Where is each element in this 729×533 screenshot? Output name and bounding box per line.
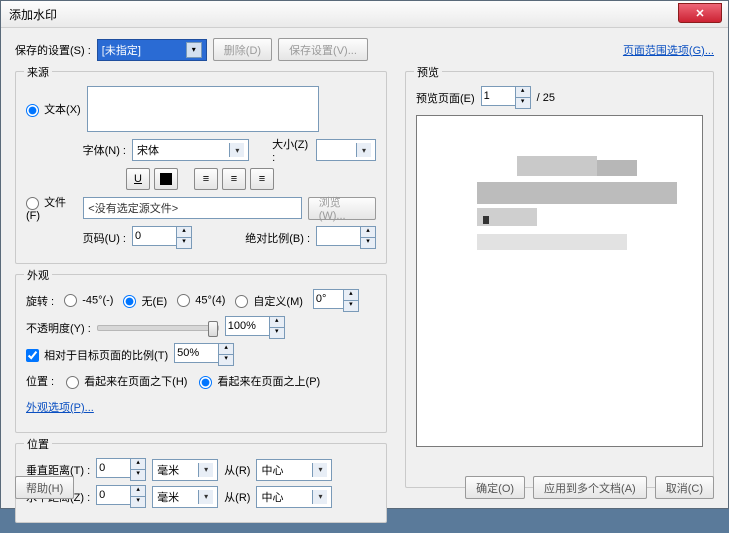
- pos-below-radio[interactable]: 看起来在页面之下(H): [66, 373, 187, 389]
- ok-button[interactable]: 确定(O): [465, 476, 525, 499]
- watermark-text-input[interactable]: [87, 86, 319, 132]
- chevron-down-icon: ▾: [176, 237, 192, 249]
- align-center-button[interactable]: ≡: [222, 168, 246, 190]
- preview-canvas: [416, 115, 703, 447]
- abs-scale-label: 绝对比例(B) :: [245, 230, 310, 246]
- chevron-up-icon: ▴: [269, 316, 285, 327]
- chevron-down-icon: ▾: [186, 42, 202, 58]
- delete-button[interactable]: 删除(D): [213, 38, 272, 61]
- page-range-link[interactable]: 页面范围选项(G)...: [623, 42, 714, 58]
- window-title: 添加水印: [5, 6, 57, 23]
- relscale-checkbox[interactable]: 相对于目标页面的比例(T): [26, 347, 168, 363]
- pos-above-radio[interactable]: 看起来在页面之上(P): [199, 373, 320, 389]
- align-right-button[interactable]: ≡: [250, 168, 274, 190]
- appearance-legend: 外观: [24, 267, 52, 283]
- chevron-up-icon: ▴: [360, 226, 376, 237]
- save-settings-button[interactable]: 保存设置(V)...: [278, 38, 368, 61]
- help-button[interactable]: 帮助(H): [15, 476, 74, 499]
- appearance-options-link[interactable]: 外观选项(P)...: [26, 399, 94, 415]
- file-combo[interactable]: <没有选定源文件>: [83, 197, 301, 219]
- opacity-spinner[interactable]: ▴▾: [225, 316, 285, 339]
- chevron-up-icon: ▴: [218, 343, 234, 354]
- chevron-down-icon: ▾: [218, 354, 234, 366]
- titlebar: 添加水印 ✕: [1, 1, 728, 28]
- preview-content-placeholder: [477, 156, 677, 266]
- chevron-down-icon: ▾: [356, 143, 371, 157]
- chevron-down-icon: ▾: [198, 463, 213, 477]
- cancel-button[interactable]: 取消(C): [655, 476, 714, 499]
- chevron-up-icon: ▴: [130, 458, 146, 469]
- chevron-down-icon: ▾: [343, 300, 359, 312]
- opacity-slider[interactable]: [97, 325, 219, 331]
- size-label: 大小(Z) :: [272, 136, 310, 164]
- color-swatch-icon: [160, 173, 172, 185]
- position-label: 位置 :: [26, 373, 54, 389]
- font-label: 字体(N) :: [82, 142, 126, 158]
- preview-page-total: / 25: [537, 92, 555, 104]
- chevron-up-icon: ▴: [176, 226, 192, 237]
- browse-button[interactable]: 浏览(W)...: [308, 197, 376, 220]
- chevron-up-icon: ▴: [515, 86, 531, 97]
- rot-custom-radio[interactable]: 自定义(M): [235, 293, 303, 309]
- slider-thumb[interactable]: [208, 321, 218, 337]
- underline-button[interactable]: U: [126, 168, 150, 190]
- align-left-button[interactable]: ≡: [194, 168, 218, 190]
- appearance-group: 外观 旋转 : -45°(-) 无(E) 45°(4) 自定义(M) ▴▾ 不透…: [15, 274, 387, 433]
- rot-value-spinner[interactable]: ▴▾: [313, 289, 359, 312]
- rot-n45-radio[interactable]: -45°(-): [64, 294, 113, 307]
- file-radio[interactable]: 文件(F): [26, 194, 77, 222]
- source-group: 来源 文本(X) 字体(N) : 宋体▾ 大小(Z) : ▾: [15, 71, 387, 264]
- text-radio[interactable]: 文本(X): [26, 101, 81, 117]
- chevron-up-icon: ▴: [343, 289, 359, 300]
- abs-scale-spinner[interactable]: ▴▾: [316, 226, 376, 249]
- preview-page-label: 预览页面(E): [416, 90, 475, 106]
- apply-multiple-button[interactable]: 应用到多个文档(A): [533, 476, 647, 499]
- preview-group: 预览 预览页面(E) ▴▾ / 25: [405, 71, 714, 488]
- rot-45-radio[interactable]: 45°(4): [177, 294, 225, 307]
- chevron-down-icon: ▾: [229, 143, 244, 157]
- font-combo[interactable]: 宋体▾: [132, 139, 249, 161]
- dialog-window: 添加水印 ✕ 保存的设置(S) : [未指定] ▾ 删除(D) 保存设置(V).…: [0, 0, 729, 509]
- relscale-spinner[interactable]: ▴▾: [174, 343, 234, 366]
- chevron-down-icon: ▾: [269, 327, 285, 339]
- size-combo[interactable]: ▾: [316, 139, 376, 161]
- color-button[interactable]: [154, 168, 178, 190]
- rot-0-radio[interactable]: 无(E): [123, 293, 167, 309]
- close-button[interactable]: ✕: [678, 3, 722, 23]
- preview-legend: 预览: [414, 64, 442, 80]
- chevron-down-icon: ▾: [515, 97, 531, 109]
- position-legend: 位置: [24, 436, 52, 452]
- chevron-down-icon: ▾: [360, 237, 376, 249]
- pagenum-spinner[interactable]: ▴▾: [132, 226, 192, 249]
- saved-settings-value: [未指定]: [102, 42, 141, 58]
- saved-settings-label: 保存的设置(S) :: [15, 42, 91, 58]
- opacity-label: 不透明度(Y) :: [26, 320, 91, 336]
- source-legend: 来源: [24, 64, 52, 80]
- preview-page-spinner[interactable]: ▴▾: [481, 86, 531, 109]
- chevron-down-icon: ▾: [312, 463, 327, 477]
- close-icon: ✕: [695, 7, 704, 20]
- pagenum-label: 页码(U) :: [82, 230, 126, 246]
- rotate-label: 旋转 :: [26, 293, 54, 309]
- saved-settings-combo[interactable]: [未指定] ▾: [97, 39, 207, 61]
